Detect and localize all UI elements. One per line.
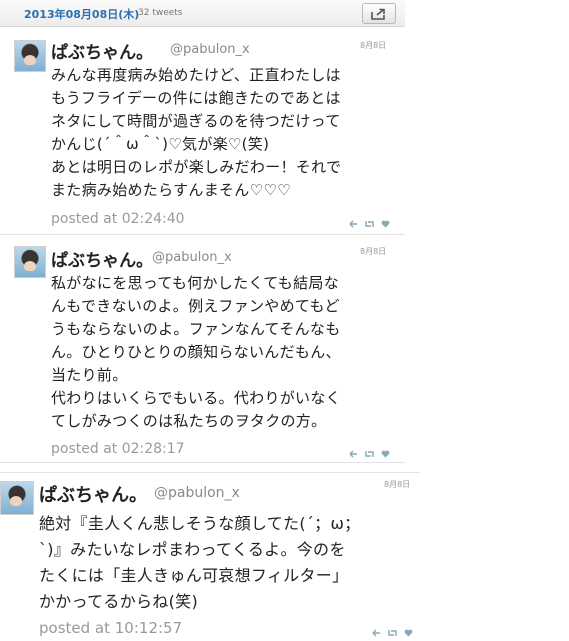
favorite-icon[interactable] [381,220,390,228]
posted-time: posted at 02:24:40 [51,211,185,227]
favorite-icon[interactable] [381,450,390,458]
avatar[interactable] [0,481,34,515]
avatar[interactable] [14,40,46,72]
tweet-text: みんな再度病み始めたけど、正直わたしは もうフライデーの件には飽きたのであとは … [51,66,342,199]
share-button[interactable] [362,3,396,24]
avatar[interactable] [14,246,46,278]
retweet-icon[interactable] [364,220,375,228]
retweet-icon[interactable] [364,450,375,458]
reply-icon[interactable] [349,220,358,228]
tweet-actions [349,450,390,458]
reply-icon[interactable] [349,450,358,458]
tweet-date: 8月8日 [384,480,411,489]
tweet-card: ぱぶちゃん。 @pabulon_x 8月8日 私がなにを思っても何かしたくても結… [0,240,405,463]
tweet-date: 8月8日 [360,41,387,50]
retweet-icon[interactable] [387,629,398,637]
user-handle[interactable]: @pabulon_x [152,250,232,265]
user-name[interactable]: ぱぶちゃん。 [39,481,147,507]
favorite-icon[interactable] [404,629,413,637]
tweet-actions [349,220,390,228]
tweet-date: 8月8日 [360,247,387,256]
posted-time: posted at 10:12:57 [39,619,183,637]
tweet-card: ぱぶちゃん。 @pabulon_x 8月8日 絶対『圭人くん悲しそうな顔してた(… [0,472,420,641]
user-name[interactable]: ぱぶちゃん。 [51,38,153,63]
reply-icon[interactable] [372,629,381,637]
tweet-count: 32 tweets [138,8,183,18]
share-icon [371,8,385,20]
header-date: 2013年08月08日(木) [24,8,140,21]
posted-time: posted at 02:28:17 [51,441,185,457]
tweet-text: 絶対『圭人くん悲しそうな顔してた(´；ω； `)』みたいなレポまわってくるよ。今… [39,514,361,611]
tweet-card: ぱぶちゃん。 @pabulon_x 8月8日 みんな再度病み始めたけど、正直わた… [0,34,405,235]
date-header: 2013年08月08日(木) 32 tweets [0,0,405,27]
user-handle[interactable]: @pabulon_x [154,485,240,501]
user-name[interactable]: ぱぶちゃん。 [51,246,153,271]
tweet-actions [372,629,413,637]
user-handle[interactable]: @pabulon_x [170,42,250,57]
tweet-text: 私がなにを思っても何かしたくても結局な んもできないのよ。例えファンやめてもど … [51,274,341,430]
